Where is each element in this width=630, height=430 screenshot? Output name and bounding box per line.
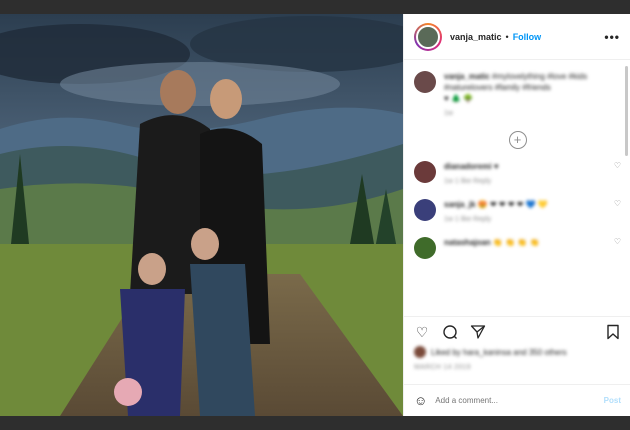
like-comment-icon[interactable]: ♡ <box>614 237 621 246</box>
load-more-comments-icon[interactable]: + <box>508 131 527 149</box>
caption-emojis: ♥ 🌲 🌳 <box>444 94 474 103</box>
comment-username[interactable]: sanja_jk <box>444 200 476 209</box>
post-side-panel: vanja_matic • Follow ••• vanja_matic #my… <box>403 14 630 416</box>
header-separator: • <box>505 31 509 42</box>
comments-scrollbar[interactable] <box>625 66 628 156</box>
post-photo[interactable] <box>0 14 403 416</box>
comment-text: 😍 ❤ ❤ ❤ ❤ 💙 💛 <box>477 200 548 209</box>
like-comment-icon[interactable]: ♡ <box>614 161 621 170</box>
caption-username[interactable]: vanja_matic <box>444 72 490 81</box>
comment-icon[interactable] <box>442 324 458 340</box>
profile-avatar[interactable] <box>416 24 440 49</box>
emoji-icon[interactable]: ☺ <box>414 393 427 408</box>
post-date: MARCH 14 2019 <box>414 364 471 371</box>
comment-text: 👏 👏 👏 👏 <box>492 238 540 247</box>
more-options-icon[interactable]: ••• <box>604 30 620 44</box>
comment-row: natashajoan 👏 👏 👏 👏 ♡ <box>414 237 621 259</box>
post-image <box>0 14 403 416</box>
bottom-chrome-bar <box>0 416 630 430</box>
post-header: vanja_matic • Follow ••• <box>404 14 630 60</box>
comment-username[interactable]: dianadoremi <box>444 162 492 171</box>
caption-text-block: vanja_matic #mylovelything #love #kids #… <box>444 71 621 119</box>
comments-section[interactable]: vanja_matic #mylovelything #love #kids #… <box>404 61 630 315</box>
comment-text: ♥ <box>493 162 499 171</box>
post-button[interactable]: Post <box>604 396 621 405</box>
likes-summary[interactable]: Liked by hara_kaninsa and 350 others <box>414 346 567 358</box>
comment-avatar[interactable] <box>414 237 436 259</box>
comment-meta: 1w 1 like Reply <box>444 178 492 185</box>
comment-text-block: natashajoan 👏 👏 👏 👏 <box>444 237 539 252</box>
caption-avatar[interactable] <box>414 71 436 93</box>
header-username[interactable]: vanja_matic <box>450 32 502 42</box>
story-ring[interactable] <box>414 22 442 51</box>
caption-meta: 1w <box>444 110 453 117</box>
comment-text-block: dianadoremi ♥ 1w 1 like Reply <box>444 161 499 187</box>
follow-button[interactable]: Follow <box>513 32 542 42</box>
liker-avatar <box>414 346 426 358</box>
comment-row: sanja_jk 😍 ❤ ❤ ❤ ❤ 💙 💛 1w 1 like Reply ♡ <box>414 199 621 225</box>
comment-avatar[interactable] <box>414 161 436 183</box>
likes-text: Liked by hara_kaninsa and 350 others <box>431 347 567 357</box>
comment-text-block: sanja_jk 😍 ❤ ❤ ❤ ❤ 💙 💛 1w 1 like Reply <box>444 199 548 225</box>
heart-icon[interactable]: ♡ <box>414 324 430 340</box>
comment-meta: 1w 1 like Reply <box>444 216 492 223</box>
like-comment-icon[interactable]: ♡ <box>614 199 621 208</box>
action-bar: ♡ <box>404 316 630 346</box>
comment-input[interactable] <box>435 396 586 405</box>
bookmark-icon[interactable] <box>605 324 621 340</box>
stage: vanja_matic • Follow ••• vanja_matic #my… <box>0 0 630 430</box>
comment-row: dianadoremi ♥ 1w 1 like Reply ♡ <box>414 161 621 187</box>
add-comment-bar: ☺ Post <box>404 384 630 416</box>
caption: vanja_matic #mylovelything #love #kids #… <box>414 71 621 119</box>
share-icon[interactable] <box>470 324 486 340</box>
comment-avatar[interactable] <box>414 199 436 221</box>
comment-username[interactable]: natashajoan <box>444 238 491 247</box>
top-chrome-bar <box>0 0 630 14</box>
